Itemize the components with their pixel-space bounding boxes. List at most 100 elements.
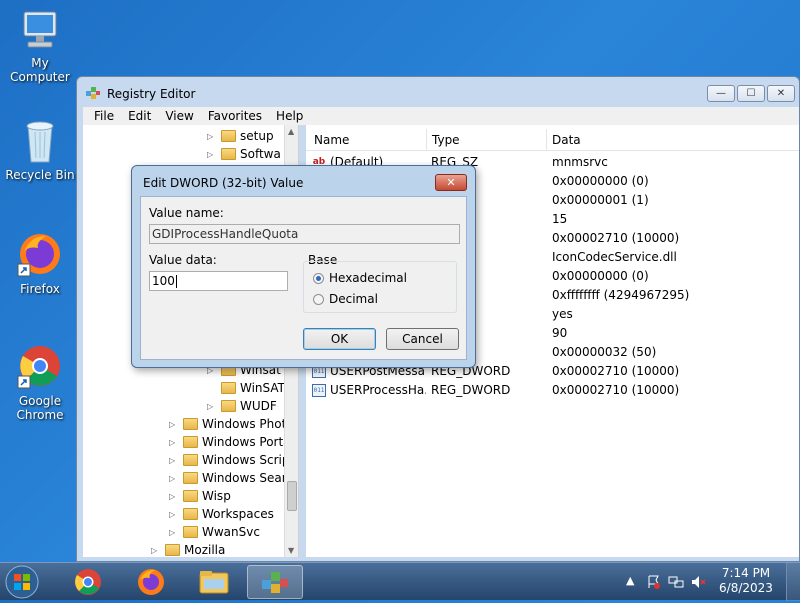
radio-unselected-icon: [313, 293, 324, 305]
value-name-field: GDIProcessHandleQuota: [149, 224, 460, 244]
taskbar-registry-editor[interactable]: [247, 565, 303, 599]
tree-item[interactable]: ▷ WUDF: [207, 397, 277, 415]
scrollbar-thumb[interactable]: [287, 481, 297, 511]
tree-item-label: WUDF: [240, 399, 277, 413]
tree-item[interactable]: WinSAT: [207, 379, 285, 397]
column-header-name[interactable]: Name: [314, 133, 349, 147]
table-row[interactable]: 011 USERProcessHa... REG_DWORD 0x00002710 (…: [306, 381, 799, 400]
expand-icon[interactable]: ▷: [207, 402, 217, 411]
cancel-button[interactable]: Cancel: [386, 328, 459, 350]
menu-file[interactable]: File: [87, 107, 121, 125]
show-desktop-button[interactable]: [786, 563, 800, 601]
desktop-icon-firefox[interactable]: Firefox: [0, 230, 80, 296]
expand-icon[interactable]: ▷: [169, 474, 179, 483]
cell-name: USERProcessHa...: [330, 383, 426, 397]
computer-icon: [23, 11, 57, 48]
expand-icon[interactable]: ▷: [169, 492, 179, 501]
recycle-bin-icon: [26, 121, 54, 163]
radio-selected-icon: [313, 272, 324, 284]
tree-item[interactable]: ▷ Mozilla: [151, 541, 225, 557]
folder-icon: [199, 571, 229, 594]
minimize-button[interactable]: —: [707, 85, 735, 102]
tree-item-label: Windows Phot: [202, 417, 287, 431]
expand-icon[interactable]: ▷: [207, 132, 217, 141]
desktop-icon-recycle-bin[interactable]: Recycle Bin: [0, 118, 80, 182]
hexadecimal-radio[interactable]: Hexadecimal: [313, 271, 407, 285]
column-header-type[interactable]: Type: [432, 133, 460, 147]
tree-item[interactable]: ▷ Windows Porta: [169, 433, 291, 451]
ok-button[interactable]: OK: [303, 328, 376, 350]
title-bar[interactable]: Registry Editor — ☐ ✕: [77, 77, 799, 107]
folder-icon: [183, 454, 198, 466]
menu-view[interactable]: View: [158, 107, 200, 125]
tree-item-label: Windows Searc: [202, 471, 294, 485]
folder-icon: [221, 400, 236, 412]
tree-item[interactable]: ▷ Workspaces: [169, 505, 274, 523]
radio-label: Hexadecimal: [329, 271, 407, 285]
expand-icon[interactable]: ▷: [169, 528, 179, 537]
tree-item[interactable]: ▷ Windows Searc: [169, 469, 293, 487]
tree-item[interactable]: ▷ WwanSvc: [169, 523, 260, 541]
tree-item-label: Mozilla: [184, 543, 226, 557]
cell-data: IconCodecService.dll: [552, 250, 677, 264]
start-button[interactable]: [4, 564, 44, 600]
binary-value-icon: 011: [312, 384, 326, 397]
cell-data: 0x00000000 (0): [552, 269, 649, 283]
tree-item[interactable]: ▷ Wisp: [169, 487, 231, 505]
desktop-icon-my-computer[interactable]: My Computer: [0, 8, 80, 84]
system-tray: ▲ 7:14 PM 6/8/2023: [610, 563, 800, 601]
edit-dword-dialog[interactable]: Edit DWORD (32-bit) Value ✕ Value name: …: [131, 165, 476, 368]
menu-help[interactable]: Help: [269, 107, 310, 125]
folder-icon: [165, 544, 180, 556]
folder-icon: [183, 490, 198, 502]
tree-item-label: Softwa: [240, 147, 281, 161]
menu-favorites[interactable]: Favorites: [201, 107, 269, 125]
cell-data: 15: [552, 212, 568, 226]
expand-icon[interactable]: ▷: [207, 150, 217, 159]
action-center-icon[interactable]: [646, 574, 662, 590]
tree-item[interactable]: ▷ Softwa: [207, 145, 281, 163]
desktop-icon-google-chrome[interactable]: Google Chrome: [0, 342, 80, 422]
cell-data: 0x00002710 (10000): [552, 231, 680, 245]
tree-item[interactable]: ▷ setup: [207, 127, 274, 145]
volume-muted-icon[interactable]: [690, 574, 706, 590]
registry-editor-icon: [86, 87, 100, 99]
taskbar-firefox[interactable]: [123, 565, 179, 599]
desktop-icon-label: Google Chrome: [16, 394, 64, 422]
folder-icon: [183, 418, 198, 430]
scroll-down-icon[interactable]: ▼: [288, 546, 294, 555]
network-icon[interactable]: [668, 574, 684, 590]
folder-icon: [183, 526, 198, 538]
expand-icon[interactable]: ▷: [169, 420, 179, 429]
expand-icon[interactable]: ▷: [169, 510, 179, 519]
close-button[interactable]: ✕: [767, 85, 795, 102]
menu-edit[interactable]: Edit: [121, 107, 158, 125]
taskbar-chrome[interactable]: [60, 565, 116, 599]
show-hidden-icons-icon[interactable]: ▲: [626, 574, 634, 587]
cell-data: 0x00000000 (0): [552, 174, 649, 188]
expand-icon[interactable]: ▷: [151, 546, 161, 555]
tree-item-label: setup: [240, 129, 274, 143]
tree-item-label: Wisp: [202, 489, 231, 503]
taskbar-file-explorer[interactable]: [186, 565, 242, 599]
scroll-up-icon[interactable]: ▲: [288, 127, 294, 136]
dialog-close-button[interactable]: ✕: [435, 174, 467, 191]
decimal-radio[interactable]: Decimal: [313, 292, 378, 306]
maximize-button[interactable]: ☐: [737, 85, 765, 102]
column-header-data[interactable]: Data: [552, 133, 581, 147]
registry-editor-icon: [262, 572, 288, 593]
expand-icon[interactable]: ▷: [169, 438, 179, 447]
tree-item-label: Windows Scrip: [202, 453, 290, 467]
cell-type: REG_DWORD: [431, 383, 511, 397]
clock-time: 7:14 PM: [721, 566, 771, 580]
value-data-input[interactable]: 100: [149, 271, 288, 291]
tree-item[interactable]: ▷ Windows Scrip: [169, 451, 289, 469]
tree-item-label: Workspaces: [202, 507, 274, 521]
cell-data: 90: [552, 326, 568, 340]
dialog-title: Edit DWORD (32-bit) Value: [143, 176, 304, 190]
desktop-icon-label: Recycle Bin: [5, 168, 75, 182]
tree-item[interactable]: ▷ Windows Phot: [169, 415, 286, 433]
expand-icon[interactable]: ▷: [169, 456, 179, 465]
folder-icon: [183, 508, 198, 520]
clock[interactable]: 7:14 PM 6/8/2023: [714, 566, 778, 596]
